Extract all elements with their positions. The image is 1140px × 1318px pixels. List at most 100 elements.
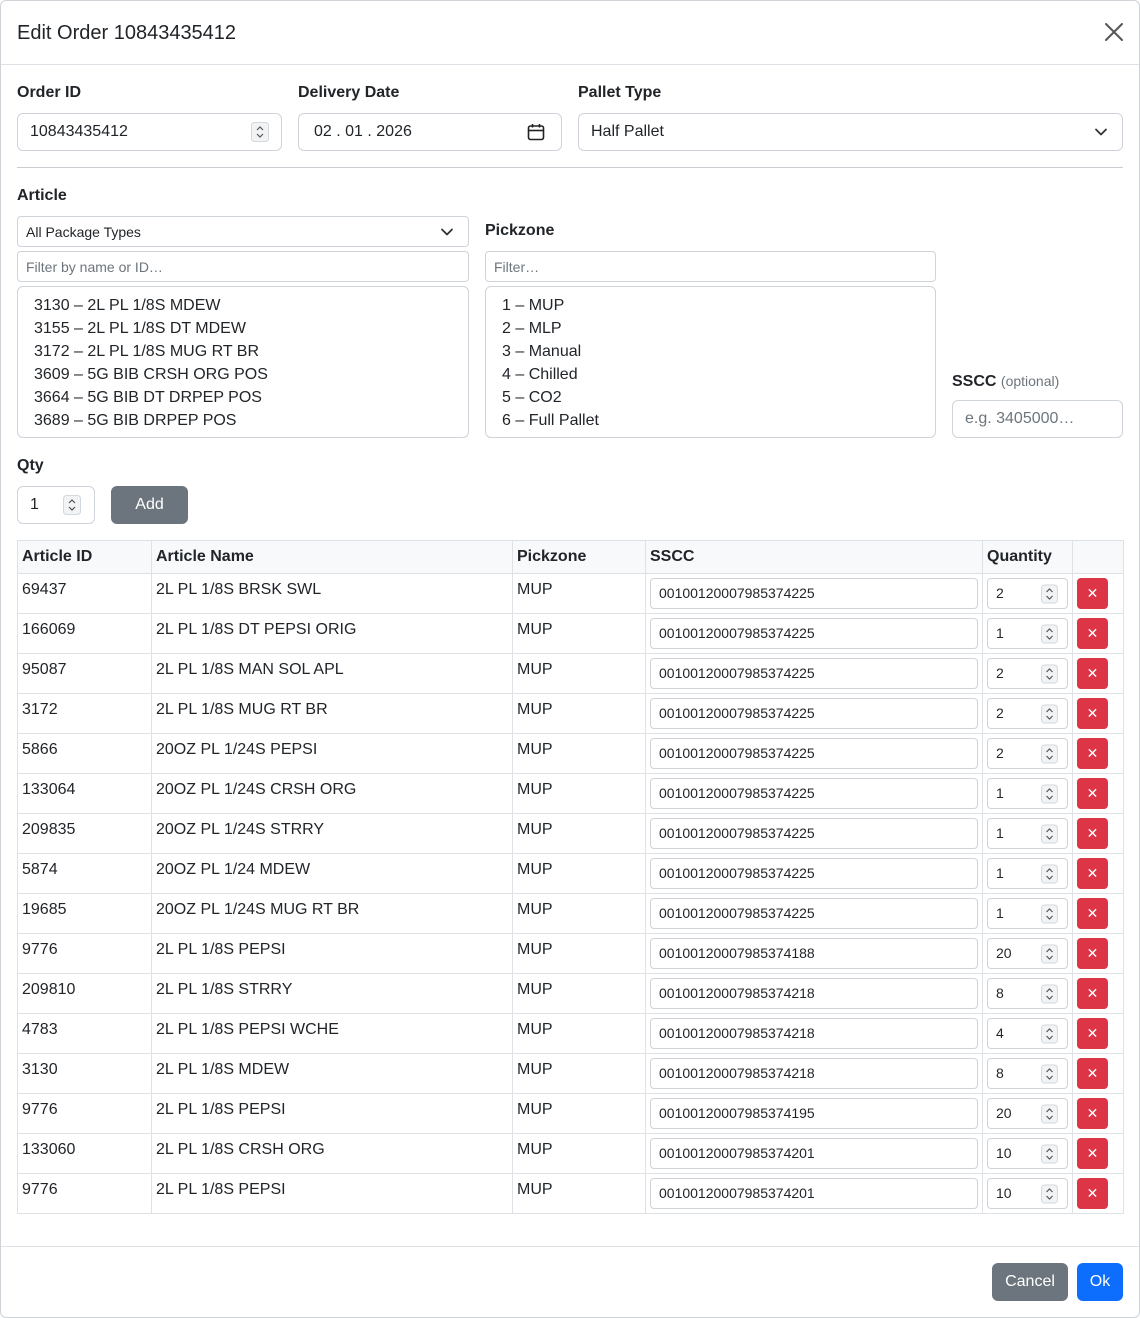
- delete-row-button[interactable]: ✕: [1077, 578, 1108, 609]
- actions-cell: ✕: [1072, 773, 1124, 814]
- delete-row-button[interactable]: ✕: [1077, 1178, 1108, 1209]
- pickzone-option[interactable]: 3 – Manual: [502, 340, 581, 363]
- article-id-cell: 9776: [17, 1093, 152, 1134]
- row-quantity-input[interactable]: 20: [987, 1098, 1068, 1129]
- row-sscc-input[interactable]: 00100120007985374225: [650, 578, 978, 609]
- delete-row-button[interactable]: ✕: [1077, 698, 1108, 729]
- delete-row-button[interactable]: ✕: [1077, 818, 1108, 849]
- qty-input[interactable]: 1: [17, 486, 95, 524]
- article-option[interactable]: 3155 – 2L PL 1/8S DT MDEW: [34, 317, 246, 340]
- delete-row-button[interactable]: ✕: [1077, 618, 1108, 649]
- row-sscc-input[interactable]: 00100120007985374201: [650, 1178, 978, 1209]
- spinner-icon[interactable]: [1041, 944, 1058, 963]
- row-quantity-input[interactable]: 1: [987, 818, 1068, 849]
- row-quantity-input[interactable]: 2: [987, 698, 1068, 729]
- row-quantity-input[interactable]: 20: [987, 938, 1068, 969]
- spinner-icon[interactable]: [1041, 784, 1058, 803]
- row-quantity-input[interactable]: 1: [987, 778, 1068, 809]
- row-quantity-input[interactable]: 8: [987, 978, 1068, 1009]
- cancel-button[interactable]: Cancel: [992, 1263, 1068, 1301]
- pickzone-option[interactable]: 1 – MUP: [502, 294, 564, 317]
- row-sscc-input[interactable]: 00100120007985374195: [650, 1098, 978, 1129]
- sscc-input[interactable]: e.g. 3405000…: [952, 400, 1123, 438]
- delete-row-button[interactable]: ✕: [1077, 1058, 1108, 1089]
- pickzone-listbox[interactable]: 1 – MUP 2 – MLP 3 – Manual 4 – Chilled 5…: [485, 286, 936, 438]
- edit-order-modal: Edit Order 10843435412 Order ID 10843435…: [0, 0, 1140, 1318]
- pickzone-option[interactable]: 5 – CO2: [502, 386, 562, 409]
- spinner-icon[interactable]: [1041, 704, 1058, 723]
- delivery-date-input[interactable]: 02 . 01 . 2026: [298, 113, 562, 151]
- modal-header: Edit Order 10843435412: [1, 1, 1139, 65]
- spinner-icon[interactable]: [1041, 1184, 1058, 1203]
- delete-row-button[interactable]: ✕: [1077, 658, 1108, 689]
- delete-row-button[interactable]: ✕: [1077, 938, 1108, 969]
- pickzone-option[interactable]: 6 – Full Pallet: [502, 409, 599, 432]
- article-option[interactable]: 3664 – 5G BIB DT DRPEP POS: [34, 386, 262, 409]
- add-button[interactable]: Add: [111, 486, 188, 524]
- row-quantity-input[interactable]: 1: [987, 618, 1068, 649]
- pallet-type-select[interactable]: Half Pallet: [578, 113, 1123, 151]
- article-option[interactable]: 3172 – 2L PL 1/8S MUG RT BR: [34, 340, 259, 363]
- row-sscc-input[interactable]: 00100120007985374225: [650, 778, 978, 809]
- row-sscc-input[interactable]: 00100120007985374225: [650, 818, 978, 849]
- delete-row-button[interactable]: ✕: [1077, 858, 1108, 889]
- spinner-icon[interactable]: [63, 495, 81, 515]
- spinner-icon[interactable]: [1041, 984, 1058, 1003]
- row-quantity-input[interactable]: 2: [987, 578, 1068, 609]
- delete-row-button[interactable]: ✕: [1077, 1018, 1108, 1049]
- order-id-value: 10843435412: [30, 123, 128, 140]
- actions-cell: ✕: [1072, 693, 1124, 734]
- row-quantity-input[interactable]: 1: [987, 858, 1068, 889]
- row-sscc-input[interactable]: 00100120007985374218: [650, 978, 978, 1009]
- row-sscc-input[interactable]: 00100120007985374218: [650, 1058, 978, 1089]
- spinner-icon[interactable]: [1041, 664, 1058, 683]
- pickzone-option[interactable]: 2 – MLP: [502, 317, 562, 340]
- spinner-icon[interactable]: [251, 122, 269, 142]
- spinner-icon[interactable]: [1041, 584, 1058, 603]
- pickzone-filter-input[interactable]: Filter…: [485, 251, 936, 282]
- delete-row-button[interactable]: ✕: [1077, 978, 1108, 1009]
- row-sscc-input[interactable]: 00100120007985374225: [650, 618, 978, 649]
- article-option[interactable]: 3689 – 5G BIB DRPEP POS: [34, 409, 236, 432]
- calendar-icon[interactable]: [527, 123, 545, 141]
- article-option[interactable]: 3609 – 5G BIB CRSH ORG POS: [34, 363, 268, 386]
- row-quantity-value: 8: [996, 1065, 1004, 1081]
- spinner-icon[interactable]: [1041, 1024, 1058, 1043]
- delete-row-button[interactable]: ✕: [1077, 778, 1108, 809]
- row-quantity-input[interactable]: 4: [987, 1018, 1068, 1049]
- spinner-icon[interactable]: [1041, 1104, 1058, 1123]
- spinner-icon[interactable]: [1041, 1144, 1058, 1163]
- pickzone-option[interactable]: 4 – Chilled: [502, 363, 578, 386]
- row-sscc-input[interactable]: 00100120007985374225: [650, 658, 978, 689]
- spinner-icon[interactable]: [1041, 744, 1058, 763]
- row-quantity-input[interactable]: 1: [987, 898, 1068, 929]
- ok-button[interactable]: Ok: [1077, 1263, 1123, 1301]
- row-quantity-input[interactable]: 10: [987, 1178, 1068, 1209]
- row-sscc-input[interactable]: 00100120007985374225: [650, 898, 978, 929]
- row-sscc-input[interactable]: 00100120007985374225: [650, 738, 978, 769]
- spinner-icon[interactable]: [1041, 624, 1058, 643]
- spinner-icon[interactable]: [1041, 824, 1058, 843]
- close-button[interactable]: [1101, 19, 1127, 45]
- row-quantity-input[interactable]: 8: [987, 1058, 1068, 1089]
- package-type-select[interactable]: All Package Types: [17, 216, 469, 247]
- delete-row-button[interactable]: ✕: [1077, 738, 1108, 769]
- spinner-icon[interactable]: [1041, 864, 1058, 883]
- delete-row-button[interactable]: ✕: [1077, 1098, 1108, 1129]
- row-quantity-input[interactable]: 2: [987, 738, 1068, 769]
- row-sscc-input[interactable]: 00100120007985374218: [650, 1018, 978, 1049]
- row-quantity-input[interactable]: 2: [987, 658, 1068, 689]
- spinner-icon[interactable]: [1041, 904, 1058, 923]
- row-sscc-input[interactable]: 00100120007985374188: [650, 938, 978, 969]
- order-id-input[interactable]: 10843435412: [17, 113, 282, 151]
- row-sscc-input[interactable]: 00100120007985374201: [650, 1138, 978, 1169]
- delete-row-button[interactable]: ✕: [1077, 1138, 1108, 1169]
- article-filter-input[interactable]: Filter by name or ID…: [17, 251, 469, 282]
- row-quantity-input[interactable]: 10: [987, 1138, 1068, 1169]
- article-option[interactable]: 3130 – 2L PL 1/8S MDEW: [34, 294, 220, 317]
- delete-row-button[interactable]: ✕: [1077, 898, 1108, 929]
- spinner-icon[interactable]: [1041, 1064, 1058, 1083]
- row-sscc-input[interactable]: 00100120007985374225: [650, 698, 978, 729]
- article-listbox[interactable]: 3130 – 2L PL 1/8S MDEW 3155 – 2L PL 1/8S…: [17, 286, 469, 438]
- row-sscc-input[interactable]: 00100120007985374225: [650, 858, 978, 889]
